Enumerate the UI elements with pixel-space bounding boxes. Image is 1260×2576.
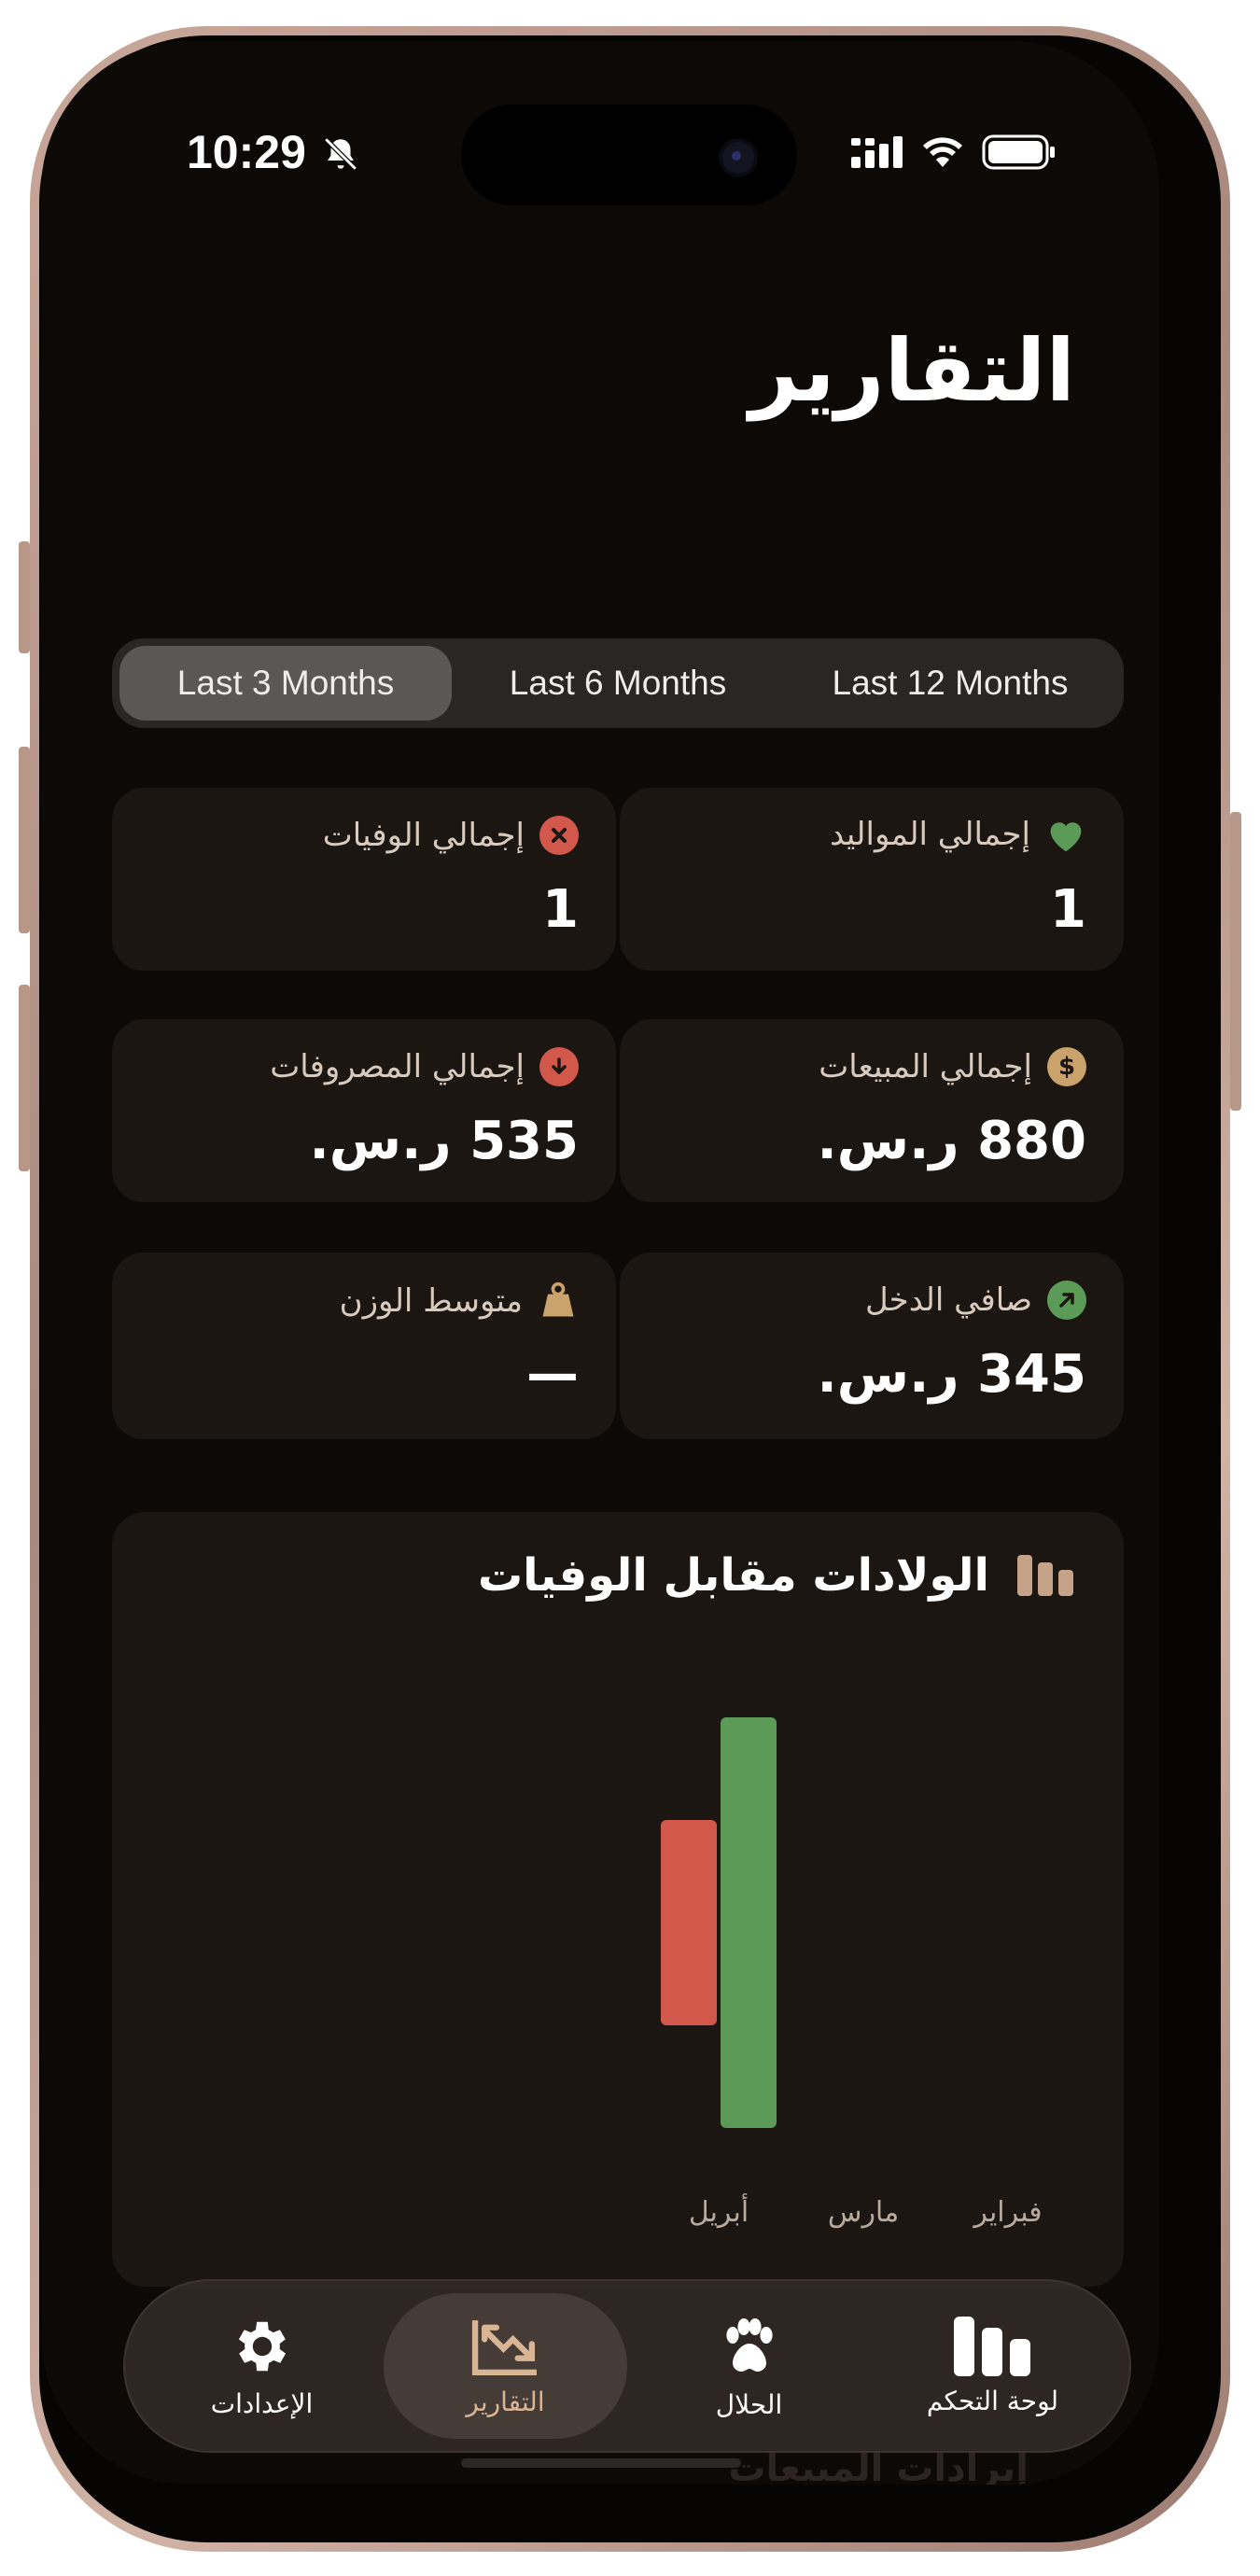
x-tick-label: مارس <box>828 2196 899 2229</box>
stat-card-net-income: صافي الدخل 345 ر.س. <box>620 1253 1124 1439</box>
status-indicators <box>851 134 1057 170</box>
dynamic-island <box>461 105 797 205</box>
stat-card-avg-weight: متوسط الوزن — <box>112 1253 616 1439</box>
period-segmented-control[interactable]: Last 3 Months Last 6 Months Last 12 Mont… <box>112 638 1124 728</box>
stat-label: إجمالي المبيعات <box>819 1048 1032 1085</box>
bar-chart-icon <box>953 2316 1030 2376</box>
weight-icon <box>542 1281 574 1317</box>
stat-label: إجمالي المصروفات <box>270 1048 525 1085</box>
bar-births <box>721 1717 777 2128</box>
arrow-down-circle-icon <box>539 1047 579 1086</box>
action-button <box>19 541 30 653</box>
wifi-icon <box>923 137 962 167</box>
bar-deaths <box>661 1820 717 2025</box>
stat-value: 880 ر.س. <box>817 1111 1086 1171</box>
stat-label: متوسط الوزن <box>339 1282 523 1320</box>
bell-slash-icon <box>324 137 357 171</box>
stat-card-deaths: إجمالي الوفيات 1 <box>112 788 616 971</box>
stat-value: 1 <box>1050 879 1086 940</box>
stat-label: إجمالي المواليد <box>830 816 1030 853</box>
page-title: التقارير <box>749 321 1075 421</box>
home-indicator <box>461 2458 741 2468</box>
stat-value: 345 ر.س. <box>817 1344 1086 1405</box>
tab-dashboard[interactable]: لوحة التحكم <box>871 2293 1114 2439</box>
sales-revenue-heading: إيرادات المبيعات <box>728 2447 1029 2485</box>
camera-icon <box>719 138 758 177</box>
stat-label: إجمالي الوفيات <box>322 817 525 854</box>
screen: 10:29 التقارير Last 3 Months Last 6 Mont… <box>41 41 1159 2485</box>
stat-card-sales: $ إجمالي المبيعات 880 ر.س. <box>620 1019 1124 1202</box>
tab-reports[interactable]: التقارير <box>384 2293 627 2439</box>
stat-card-expenses: إجمالي المصروفات 535 ر.س. <box>112 1019 616 1202</box>
volume-up-button <box>19 747 30 933</box>
trend-up-icon <box>1047 1281 1086 1320</box>
x-circle-icon <box>539 816 579 855</box>
tab-livestock[interactable]: الحلال <box>627 2293 871 2439</box>
stat-value: — <box>526 1344 579 1405</box>
period-option-12-months[interactable]: Last 12 Months <box>784 646 1116 721</box>
stat-value: 535 ر.س. <box>309 1111 579 1171</box>
stat-label: صافي الدخل <box>864 1281 1032 1319</box>
tab-label: لوحة التحكم <box>926 2385 1059 2416</box>
battery-icon <box>982 134 1055 170</box>
heart-icon <box>1050 822 1082 852</box>
cellular-signal-icon <box>851 136 903 168</box>
chart-trend-icon <box>471 2319 537 2375</box>
tab-settings[interactable]: الإعدادات <box>140 2293 384 2439</box>
births-vs-deaths-chart: فبراير مارس أبريل <box>661 1717 1043 2229</box>
stat-value: 1 <box>542 879 579 940</box>
tab-label: الحلال <box>715 2388 783 2420</box>
volume-down-button <box>19 985 30 1171</box>
status-time: 10:29 <box>187 126 306 178</box>
gear-icon <box>238 2321 286 2371</box>
stat-card-births: إجمالي المواليد 1 <box>620 788 1124 971</box>
tab-bar: الإعدادات التقارير الحلال لوحة التحكم <box>123 2279 1131 2453</box>
x-tick-label: فبراير <box>972 2196 1042 2229</box>
dollar-icon: $ <box>1047 1047 1086 1086</box>
births-vs-deaths-chart-card: الولادات مقابل الوفيات فبراير مارس أبريل <box>112 1512 1124 2287</box>
power-button <box>1230 812 1241 1111</box>
tab-label: التقارير <box>466 2386 545 2417</box>
x-tick-label: أبريل <box>689 2192 749 2229</box>
period-option-3-months[interactable]: Last 3 Months <box>119 646 452 721</box>
period-option-6-months[interactable]: Last 6 Months <box>452 646 784 721</box>
tab-label: الإعدادات <box>210 2387 314 2419</box>
paw-icon <box>725 2317 773 2372</box>
